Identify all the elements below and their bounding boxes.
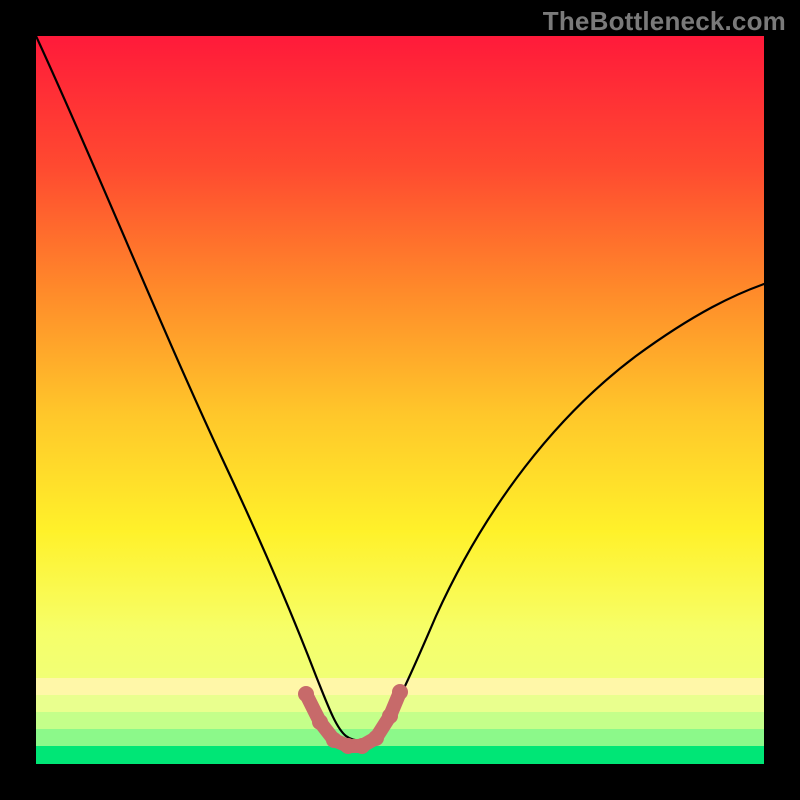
chart-svg <box>36 36 764 764</box>
chart-frame: TheBottleneck.com <box>0 0 800 800</box>
plot-area <box>36 36 764 764</box>
gradient-background <box>36 36 764 764</box>
watermark-text: TheBottleneck.com <box>543 6 786 37</box>
